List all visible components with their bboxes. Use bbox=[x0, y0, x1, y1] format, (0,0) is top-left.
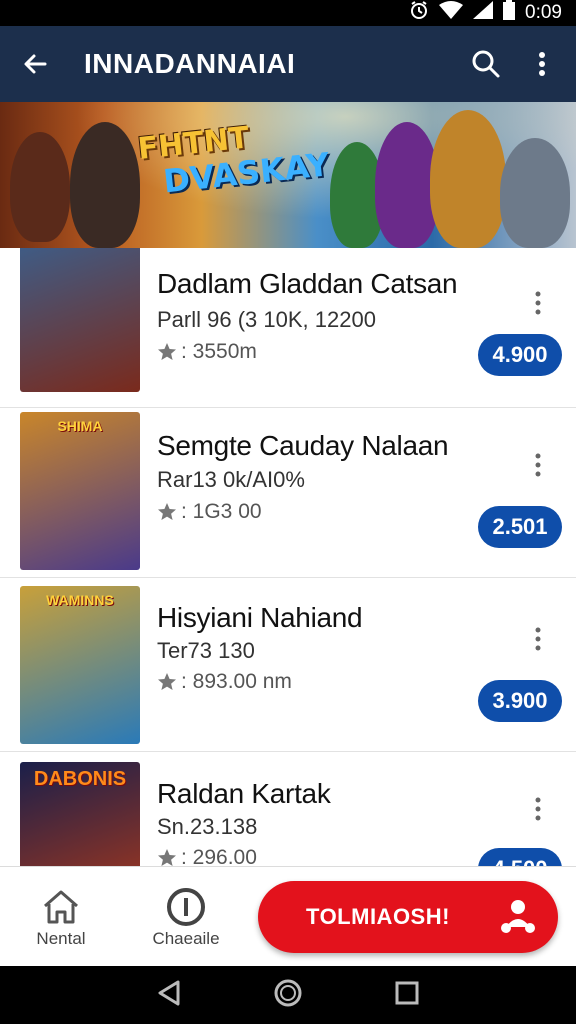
alarm-icon bbox=[409, 0, 429, 26]
more-vertical-icon bbox=[535, 291, 541, 315]
cta-label: TOLMIAOSH! bbox=[306, 904, 450, 929]
page-title: INNADANNAIAI bbox=[84, 48, 296, 79]
game-subtitle: Ter73 130 bbox=[157, 638, 255, 663]
price-button[interactable]: 4.500 bbox=[478, 848, 562, 866]
search-icon bbox=[472, 50, 500, 78]
star-icon bbox=[158, 503, 176, 520]
price-button[interactable]: 4.900 bbox=[478, 334, 562, 376]
user-group-icon bbox=[501, 900, 535, 933]
star-icon bbox=[158, 343, 176, 360]
more-vertical-icon bbox=[539, 52, 545, 76]
square-recents-icon bbox=[395, 981, 419, 1004]
rating-value: : 893.00 nm bbox=[181, 670, 292, 693]
item-menu-button[interactable] bbox=[526, 624, 550, 654]
thumbnail-title: WAMINNS bbox=[46, 592, 114, 608]
game-rating: : 1G3 00 bbox=[157, 500, 262, 524]
game-subtitle: Rar13 0k/AI0% bbox=[157, 467, 305, 492]
banner-character bbox=[430, 110, 506, 248]
game-thumbnail: WAMINNS bbox=[20, 586, 140, 744]
more-vertical-icon bbox=[535, 627, 541, 651]
arrow-left-icon bbox=[24, 54, 47, 74]
item-menu-button[interactable] bbox=[526, 288, 550, 318]
game-name: Hisyiani Nahiand bbox=[157, 602, 363, 633]
game-thumbnail bbox=[20, 248, 140, 392]
item-menu-button[interactable] bbox=[526, 794, 550, 824]
game-rating: : 296.00 bbox=[157, 846, 257, 866]
more-vertical-icon bbox=[535, 797, 541, 821]
signal-icon bbox=[473, 1, 494, 25]
banner-character bbox=[10, 132, 70, 242]
overflow-menu-button[interactable] bbox=[514, 26, 570, 102]
nav-second[interactable]: Chaeaile bbox=[131, 885, 241, 949]
banner-character bbox=[70, 122, 140, 248]
thumbnail-title: SHIMA bbox=[57, 418, 103, 434]
price-button[interactable]: 2.501 bbox=[478, 506, 562, 548]
rating-value: : 1G3 00 bbox=[181, 500, 262, 523]
game-name: Semgte Cauday Nalaan bbox=[157, 430, 449, 461]
thumbnail-title: DABONIS bbox=[33, 768, 127, 790]
triangle-back-icon bbox=[158, 980, 180, 1005]
more-vertical-icon bbox=[535, 453, 541, 477]
back-nav-button[interactable] bbox=[156, 979, 182, 1012]
game-name: Dadlam Gladdan Catsan bbox=[157, 268, 458, 299]
list-item[interactable]: Dadlam Gladdan Catsan Parll 96 (3 10K, 1… bbox=[0, 248, 576, 408]
star-icon bbox=[158, 849, 176, 866]
game-name: Raldan Kartak bbox=[157, 778, 331, 809]
list-item[interactable]: SHIMA Semgte Cauday Nalaan Rar13 0k/AI0%… bbox=[0, 404, 576, 578]
cta-icon-wrap bbox=[478, 897, 558, 937]
home-nav-button[interactable] bbox=[273, 978, 303, 1013]
game-subtitle: Sn.23.138 bbox=[157, 814, 258, 839]
banner-character bbox=[500, 138, 570, 248]
status-bar: 0:09 bbox=[0, 0, 576, 26]
rating-value: : 296.00 bbox=[181, 846, 257, 866]
game-rating: : 3550m bbox=[157, 340, 257, 364]
game-list: Dadlam Gladdan Catsan Parll 96 (3 10K, 1… bbox=[0, 248, 576, 866]
nav-home[interactable]: Nental bbox=[6, 885, 116, 949]
list-item[interactable]: WAMINNS Hisyiani Nahiand Ter73 130 : 893… bbox=[0, 578, 576, 752]
status-time: 0:09 bbox=[525, 2, 562, 23]
rating-value: : 3550m bbox=[181, 340, 257, 363]
item-menu-button[interactable] bbox=[526, 450, 550, 480]
info-circle-icon bbox=[167, 888, 205, 926]
bottom-nav: Nental Chaeaile TOLMIAOSH! bbox=[0, 866, 576, 966]
game-thumbnail: SHIMA bbox=[20, 412, 140, 570]
nav-home-label: Nental bbox=[36, 929, 86, 948]
price-button[interactable]: 3.900 bbox=[478, 680, 562, 722]
game-subtitle: Parll 96 (3 10K, 12200 bbox=[157, 307, 376, 332]
cta-button[interactable]: TOLMIAOSH! bbox=[258, 881, 558, 953]
battery-icon bbox=[503, 0, 516, 26]
circle-home-icon bbox=[274, 979, 302, 1006]
nav-second-label: Chaeaile bbox=[152, 929, 220, 948]
recents-nav-button[interactable] bbox=[394, 980, 420, 1011]
game-thumbnail: DABONIS bbox=[20, 762, 140, 866]
list-item[interactable]: DABONIS Raldan Kartak Sn.23.138 : 296.00… bbox=[0, 754, 576, 866]
promo-banner[interactable]: FHTNT DVASKAY bbox=[0, 102, 576, 248]
app-bar: INNADANNAIAI bbox=[0, 26, 576, 102]
game-rating: : 893.00 nm bbox=[157, 670, 292, 694]
star-icon bbox=[158, 673, 176, 690]
back-button[interactable] bbox=[0, 26, 70, 102]
system-nav-bar bbox=[0, 966, 576, 1024]
search-button[interactable] bbox=[458, 26, 514, 102]
home-icon bbox=[44, 890, 78, 924]
wifi-icon bbox=[439, 1, 464, 25]
